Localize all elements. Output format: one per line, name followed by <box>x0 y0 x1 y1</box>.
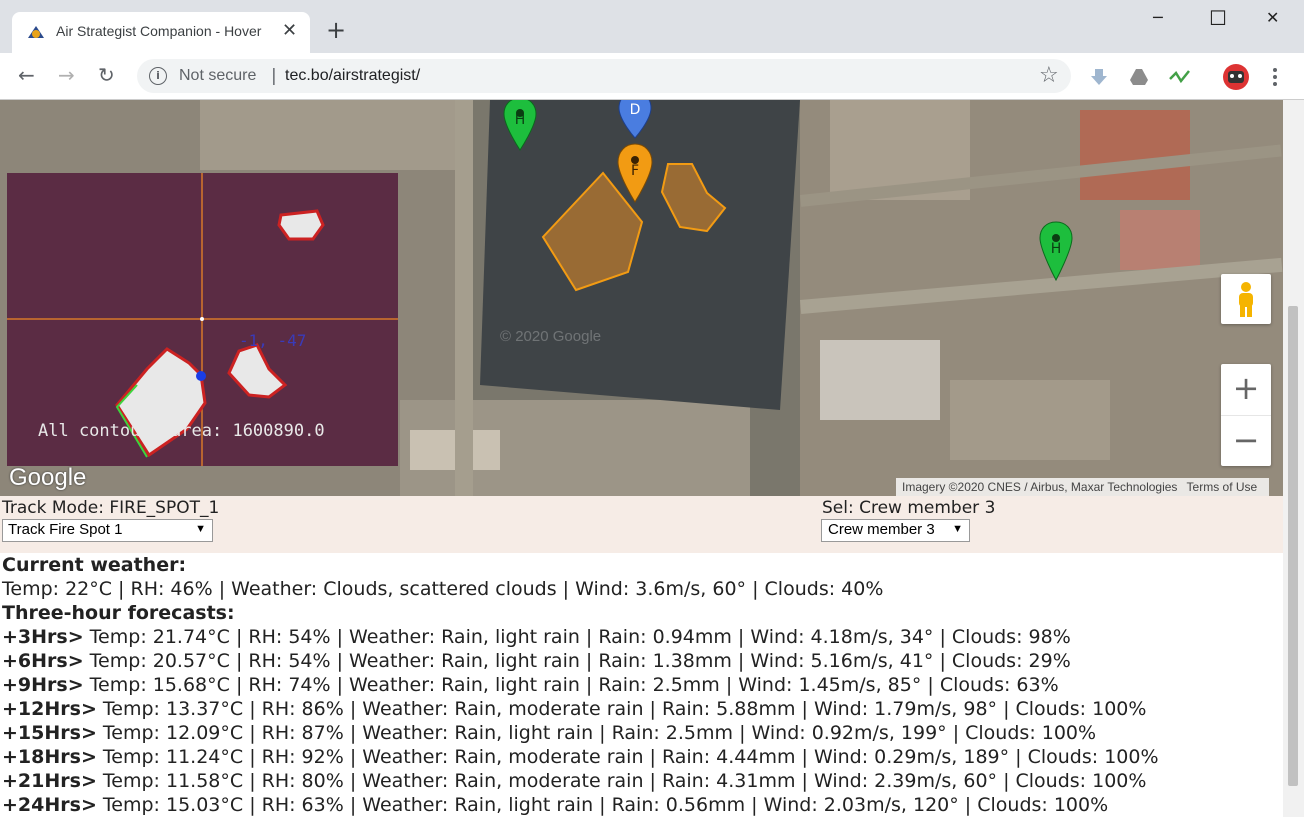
track-mode-label: Track Mode: FIRE_SPOT_1 <box>2 498 220 518</box>
maximize-button[interactable]: ☐ <box>1209 6 1227 30</box>
tab-close-icon[interactable]: ✕ <box>282 21 297 41</box>
current-weather-text: Temp: 22°C | RH: 46% | Weather: Clouds, … <box>2 578 884 600</box>
security-label: Not secure <box>179 67 257 84</box>
forecast-label: +12Hrs> <box>2 698 97 720</box>
reload-button[interactable]: ↻ <box>98 64 115 86</box>
zoom-control: + − <box>1221 364 1271 466</box>
close-window-button[interactable]: ✕ <box>1266 6 1279 30</box>
forecast-heading: Three-hour forecasts: <box>2 602 235 624</box>
forecast-text: Temp: 15.68°C | RH: 74% | Weather: Rain,… <box>83 674 1059 696</box>
zoom-in-button[interactable]: + <box>1221 364 1271 414</box>
minimize-button[interactable]: ─ <box>1153 6 1163 30</box>
forecast-label: +15Hrs> <box>2 722 97 744</box>
forecast-text: Temp: 11.24°C | RH: 92% | Weather: Rain,… <box>96 746 1159 768</box>
new-tab-button[interactable]: + <box>326 18 346 42</box>
chevron-down-icon: ▼ <box>195 523 206 535</box>
forecast-text: Temp: 13.37°C | RH: 86% | Weather: Rain,… <box>96 698 1147 720</box>
forecast-text: Temp: 20.57°C | RH: 54% | Weather: Rain,… <box>83 650 1071 672</box>
forecast-label: +18Hrs> <box>2 746 97 768</box>
map-attribution: Imagery ©2020 CNES / Airbus, Maxar Techn… <box>896 478 1270 496</box>
info-icon[interactable]: i <box>149 67 167 85</box>
forecast-row: +6Hrs> Temp: 20.57°C | RH: 54% | Weather… <box>2 649 1284 673</box>
forecast-text: Temp: 11.58°C | RH: 80% | Weather: Rain,… <box>96 770 1147 792</box>
download-arrow-icon[interactable] <box>1089 67 1109 87</box>
menu-dots-icon[interactable] <box>1270 67 1280 87</box>
forecast-text: Temp: 21.74°C | RH: 54% | Weather: Rain,… <box>83 626 1071 648</box>
svg-text:H: H <box>515 112 526 128</box>
crew-member-select[interactable]: Crew member 3 ▼ <box>821 519 970 542</box>
browser-tab[interactable]: Air Strategist Companion - Hover ✕ <box>12 12 310 53</box>
scrollbar-thumb[interactable] <box>1288 306 1298 786</box>
chevron-down-icon: ▼ <box>952 523 963 535</box>
browser-toolbar: ← → ↻ i Not secure | tec.bo/airstrategis… <box>0 53 1304 100</box>
forward-button[interactable]: → <box>58 64 75 86</box>
forecast-label: +9Hrs> <box>2 674 84 696</box>
contour-area-text: All contours area: 1600890.0 <box>38 421 325 441</box>
svg-text:H: H <box>1051 241 1062 257</box>
forecast-label: +24Hrs> <box>2 794 97 816</box>
forecast-text: Temp: 12.09°C | RH: 87% | Weather: Rain,… <box>96 722 1097 744</box>
forecast-row: +9Hrs> Temp: 15.68°C | RH: 74% | Weather… <box>2 673 1284 697</box>
back-button[interactable]: ← <box>18 64 35 86</box>
marker-f[interactable]: F <box>616 142 654 204</box>
terms-of-use-link[interactable]: Terms of Use <box>1187 480 1258 494</box>
app-favicon-icon <box>28 26 44 38</box>
inset-coords-text: -1, -47 <box>239 331 307 350</box>
pegman-icon <box>1239 282 1253 317</box>
thermal-camera-inset: -1, -47 All contours area: 1600890.0 <box>7 173 398 466</box>
activity-icon[interactable] <box>1169 67 1191 87</box>
forecast-row: +21Hrs> Temp: 11.58°C | RH: 80% | Weathe… <box>2 769 1284 793</box>
forecast-row: +12Hrs> Temp: 13.37°C | RH: 86% | Weathe… <box>2 697 1284 721</box>
marker-h-1[interactable]: H <box>502 100 538 152</box>
forecast-row: +15Hrs> Temp: 12.09°C | RH: 87% | Weathe… <box>2 721 1284 745</box>
browser-titlebar: Air Strategist Companion - Hover ✕ + ─ ☐… <box>0 0 1304 53</box>
tracking-controls: Track Mode: FIRE_SPOT_1 Track Fire Spot … <box>0 496 1283 553</box>
crew-select-value: Crew member 3 <box>828 521 935 538</box>
forecast-label: +6Hrs> <box>2 650 84 672</box>
url-text[interactable]: tec.bo/airstrategist/ <box>285 67 420 85</box>
current-weather-heading: Current weather: <box>2 554 187 576</box>
map-watermark: © 2020 Google <box>500 328 602 345</box>
tab-title: Air Strategist Companion - Hover <box>56 23 262 39</box>
track-select-value: Track Fire Spot 1 <box>8 521 123 538</box>
street-view-pegman[interactable] <box>1221 274 1271 324</box>
forecast-list: +3Hrs> Temp: 21.74°C | RH: 54% | Weather… <box>2 625 1284 817</box>
robot-avatar-icon[interactable] <box>1221 63 1251 91</box>
url-separator: | <box>271 66 277 86</box>
marker-d[interactable]: D <box>617 100 653 140</box>
drive-icon[interactable] <box>1129 67 1149 87</box>
bookmark-star-icon[interactable]: ☆ <box>1039 63 1059 88</box>
google-logo: Google <box>9 464 87 491</box>
forecast-row: +3Hrs> Temp: 21.74°C | RH: 54% | Weather… <box>2 625 1284 649</box>
imagery-credit: Imagery ©2020 CNES / Airbus, Maxar Techn… <box>902 480 1178 494</box>
svg-text:F: F <box>631 163 639 179</box>
forecast-row: +24Hrs> Temp: 15.03°C | RH: 63% | Weathe… <box>2 793 1284 817</box>
forecast-text: Temp: 15.03°C | RH: 63% | Weather: Rain,… <box>96 794 1109 816</box>
zoom-out-button[interactable]: − <box>1221 415 1271 465</box>
weather-panel: Current weather: Temp: 22°C | RH: 46% | … <box>2 553 1284 817</box>
forecast-label: +3Hrs> <box>2 626 84 648</box>
track-mode-select[interactable]: Track Fire Spot 1 ▼ <box>2 519 213 542</box>
forecast-row: +18Hrs> Temp: 11.24°C | RH: 92% | Weathe… <box>2 745 1284 769</box>
forecast-label: +21Hrs> <box>2 770 97 792</box>
marker-h-2[interactable]: H <box>1038 220 1074 282</box>
address-bar[interactable]: i Not secure | tec.bo/airstrategist/ ☆ <box>137 59 1071 93</box>
page-scrollbar[interactable] <box>1283 100 1304 817</box>
satellite-map[interactable]: H D F H © 2020 Google -1, -47 All contou… <box>0 100 1283 496</box>
selected-crew-label: Sel: Crew member 3 <box>822 498 996 518</box>
svg-text:D: D <box>630 102 641 118</box>
